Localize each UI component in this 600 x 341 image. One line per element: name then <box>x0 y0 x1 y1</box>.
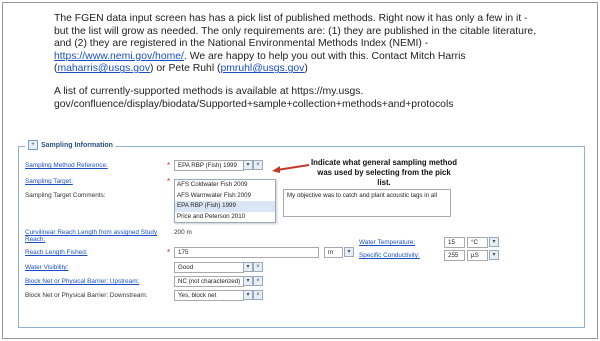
reach-length-value: 200 m <box>174 229 192 236</box>
clear-icon[interactable]: × <box>253 160 263 170</box>
chevron-down-icon[interactable]: ▾ <box>243 262 253 272</box>
dropdown-option[interactable]: AFS Warmwater Fish 2009 <box>175 191 275 202</box>
section-title: Sampling Information <box>41 141 113 149</box>
intro-text-1: The FGEN data input screen has has a pic… <box>54 13 537 50</box>
chevron-down-icon[interactable]: ▾ <box>344 247 354 257</box>
barrier-downstream-label: Block Net or Physical Barrier: Downstrea… <box>25 292 148 299</box>
email-link-ruhl[interactable]: pmruhl@usgs.gov <box>220 63 304 74</box>
reach-fished-unit[interactable]: m <box>324 247 343 258</box>
intro-text: The FGEN data input screen has has a pic… <box>54 13 544 121</box>
target-comments-textarea[interactable]: My objective was to catch and plant acou… <box>283 189 451 217</box>
chevron-down-icon[interactable]: ▾ <box>489 250 499 260</box>
reach-length-fished-label[interactable]: Reach Length Fished: <box>25 249 88 256</box>
intro-paragraph-1: The FGEN data input screen has has a pic… <box>54 13 544 76</box>
required-marker: * <box>167 248 171 257</box>
reach-length-label[interactable]: Curvilinear Reach Length from assigned S… <box>25 229 157 236</box>
chevron-down-icon[interactable]: ▾ <box>243 290 253 300</box>
chevron-down-icon[interactable]: ▾ <box>243 276 253 286</box>
water-visibility-select[interactable]: Good <box>174 262 244 273</box>
conductivity-unit[interactable]: µS <box>467 250 488 261</box>
water-temperature-input[interactable]: 15 <box>444 237 465 248</box>
barrier-upstream-label[interactable]: Block Net or Physical Barrier: Upstream: <box>25 278 139 285</box>
barrier-downstream-select[interactable]: Yes, block net <box>174 290 244 301</box>
intro-text-3: ) or Pete Ruhl ( <box>150 63 221 75</box>
email-link-harris[interactable]: maharris@usgs.gov <box>57 63 150 74</box>
clear-icon[interactable]: × <box>253 262 263 272</box>
required-marker: * <box>167 161 171 170</box>
collapse-toggle-icon[interactable]: + <box>28 140 38 150</box>
conductivity-input[interactable]: 255 <box>444 250 465 261</box>
sampling-target-label[interactable]: Sampling Target: <box>25 178 73 185</box>
method-dropdown-list: AFS Coldwater Fish 2009 AFS Warmwater Fi… <box>174 179 276 223</box>
method-reference-select[interactable]: EPA RBP (Fish) 1999 <box>174 160 244 171</box>
nemi-link[interactable]: https://www.nemi.gov/home/ <box>54 51 184 62</box>
intro-text-4: ) <box>304 63 308 75</box>
target-comments-label: Sampling Target Comments: <box>25 192 106 199</box>
dropdown-option-selected[interactable]: EPA RBP (Fish) 1999 <box>175 201 275 212</box>
method-reference-label[interactable]: Sampling Method Reference: <box>25 162 108 169</box>
water-temperature-unit[interactable]: °C <box>467 237 488 248</box>
specific-conductivity-label[interactable]: Specific Conductivity: <box>359 252 420 259</box>
intro-paragraph-2: A list of currently-supported methods is… <box>54 85 454 110</box>
chevron-down-icon[interactable]: ▾ <box>489 237 499 247</box>
dropdown-option[interactable]: AFS Coldwater Fish 2009 <box>175 180 275 191</box>
reach-length-fished-input[interactable]: 175 <box>174 247 319 258</box>
section-header: + Sampling Information <box>25 140 116 150</box>
clear-icon[interactable]: × <box>253 276 263 286</box>
required-marker: * <box>167 177 171 186</box>
reach-length-label-2[interactable]: Reach: <box>25 236 45 243</box>
chevron-down-icon[interactable]: ▾ <box>243 160 253 170</box>
callout-arrow-icon <box>272 164 310 173</box>
callout-annotation: Indicate what general sampling method wa… <box>310 158 457 187</box>
water-visibility-label[interactable]: Water Visibility: <box>25 264 68 271</box>
barrier-upstream-select[interactable]: NC (not characterized) <box>174 276 244 287</box>
water-temperature-label[interactable]: Water Temperature: <box>359 239 415 246</box>
clear-icon[interactable]: × <box>253 290 263 300</box>
sampling-information-panel: + Sampling Information Sampling Method R… <box>18 140 585 328</box>
dropdown-option[interactable]: Price and Peterson 2010 <box>175 212 275 223</box>
